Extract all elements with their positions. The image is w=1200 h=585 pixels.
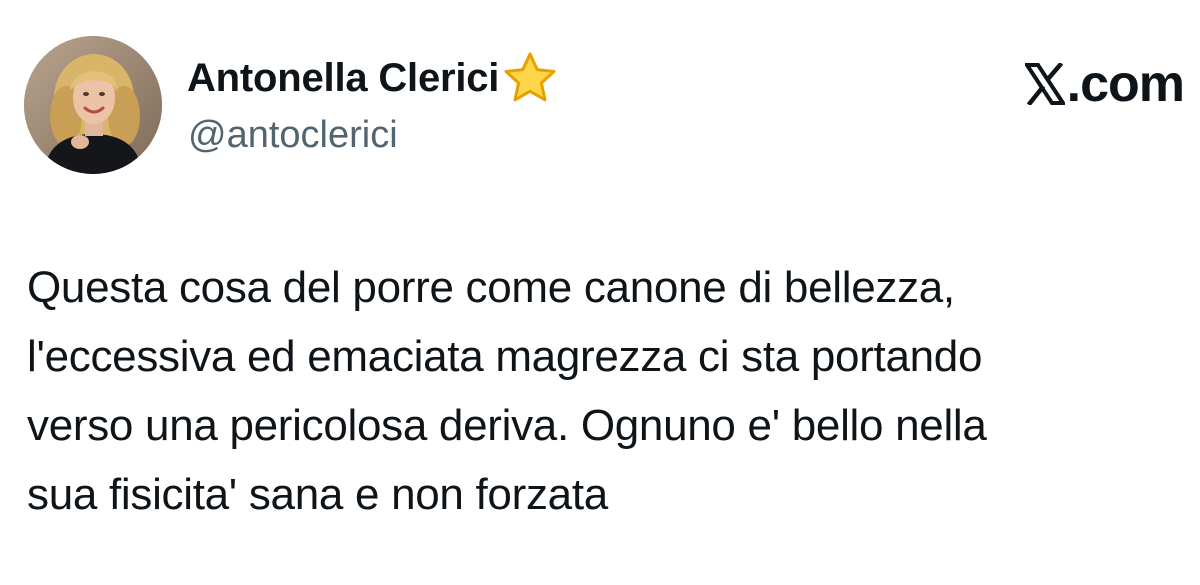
star-icon	[501, 51, 559, 105]
tweet-card: Antonella Clerici @antoclerici .com Ques…	[0, 0, 1200, 585]
author-name-row: Antonella Clerici	[187, 52, 559, 104]
x-logo-icon	[1022, 61, 1067, 107]
profile-photo	[24, 36, 162, 174]
author-handle[interactable]: @antoclerici	[188, 111, 398, 159]
tweet-text: Questa cosa del porre come canone di bel…	[27, 253, 1187, 529]
tweet-line: verso una pericolosa deriva. Ognuno e' b…	[27, 401, 987, 450]
author-display-name[interactable]: Antonella Clerici	[187, 52, 499, 104]
avatar[interactable]	[24, 36, 162, 174]
brand-watermark: .com	[1022, 55, 1185, 113]
tweet-line: sua fisicita' sana e non forzata	[27, 470, 608, 519]
brand-domain-text: .com	[1066, 55, 1185, 113]
tweet-line: l'eccessiva ed emaciata magrezza ci sta …	[27, 332, 983, 381]
tweet-line: Questa cosa del porre come canone di bel…	[27, 263, 955, 312]
